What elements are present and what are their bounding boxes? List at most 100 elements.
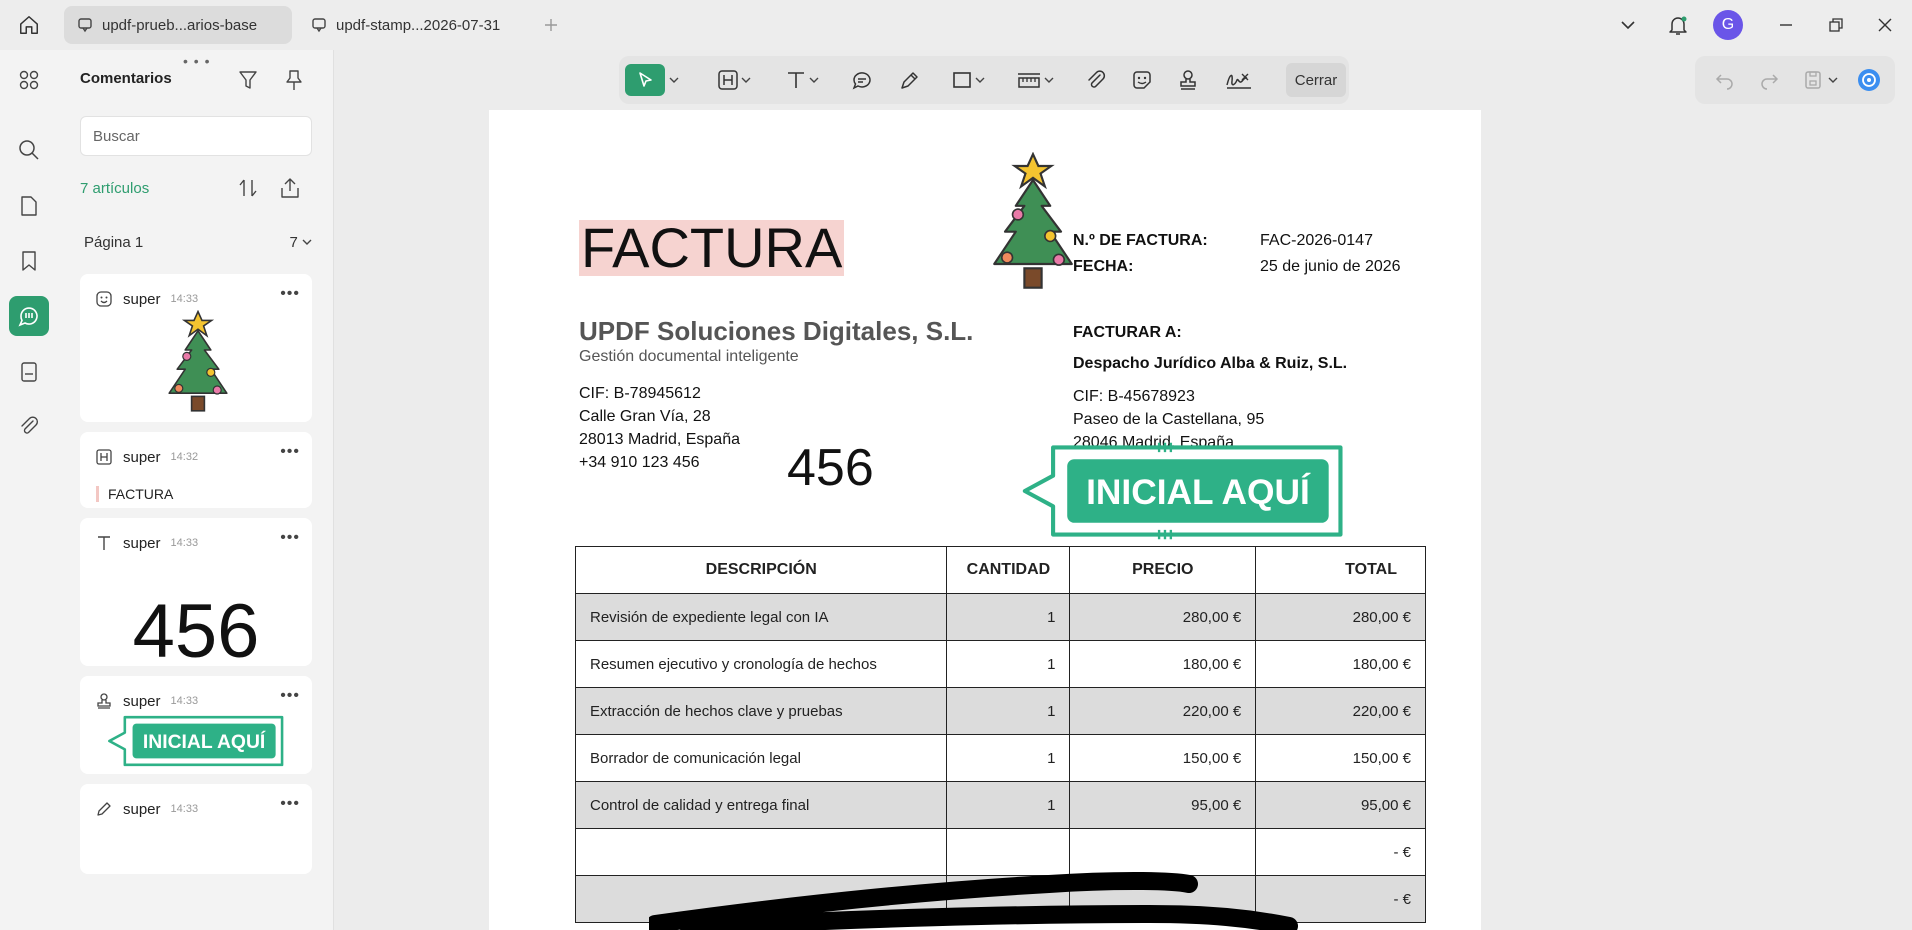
rail-forms[interactable] — [9, 352, 49, 392]
column-header: TOTAL — [1255, 546, 1426, 594]
attachment-tool-button[interactable] — [1079, 64, 1113, 96]
stamp-tool-button[interactable] — [1171, 64, 1205, 96]
stamp-preview: INICIAL AQUÍ — [108, 715, 284, 767]
pencil-annotation[interactable] — [649, 870, 1309, 930]
table-cell: 280,00 € — [1255, 593, 1426, 641]
comment-card-pencil[interactable]: super 14:33 ••• — [80, 784, 312, 874]
save-dropdown[interactable] — [1825, 66, 1841, 94]
redo-button[interactable] — [1755, 66, 1783, 94]
ai-assistant-icon — [1858, 69, 1880, 91]
undo-button[interactable] — [1711, 66, 1739, 94]
comment-header: super 14:33 — [94, 690, 198, 712]
title-bar: updf-prueb...arios-base updf-stamp...202… — [0, 0, 1912, 50]
tabs-dropdown-button[interactable] — [1611, 8, 1645, 42]
rail-bookmarks[interactable] — [9, 241, 49, 281]
sticker-tool-button[interactable] — [1125, 64, 1159, 96]
page-group-header[interactable]: Página 1 7 — [84, 234, 312, 251]
pin-button[interactable] — [280, 66, 308, 94]
invoice-items-table: DESCRIPCIÓN CANTIDAD PRECIO TOTAL Revisi… — [574, 546, 1426, 923]
tab-document-1[interactable]: updf-prueb...arios-base — [64, 6, 292, 44]
comment-card-text[interactable]: super 14:33 ••• 456 — [80, 518, 312, 674]
signature-tool-button[interactable] — [1219, 64, 1259, 96]
minimize-icon — [1780, 24, 1792, 26]
tab-document-2[interactable]: updf-stamp...2026-07-31 — [298, 6, 526, 44]
measure-tool-button[interactable] — [1012, 64, 1058, 96]
rail-pages[interactable] — [9, 186, 49, 226]
table-row: Revisión de expediente legal con IA 1 28… — [574, 593, 1426, 641]
client-line: CIF: B-45678923 — [1073, 388, 1195, 405]
svg-text:INICIAL AQUÍ: INICIAL AQUÍ — [1086, 472, 1311, 512]
comment-author: super — [123, 692, 161, 710]
search-input[interactable] — [80, 116, 312, 156]
table-row: - € — [574, 828, 1426, 876]
highlight-icon — [94, 447, 114, 467]
filter-button[interactable] — [234, 66, 262, 94]
chevron-down-icon — [975, 77, 985, 83]
more-options-button[interactable]: ••• — [280, 688, 300, 704]
shape-tool-button[interactable] — [945, 64, 991, 96]
pencil-tool-button[interactable] — [893, 64, 927, 96]
table-cell: 180,00 € — [1069, 640, 1257, 688]
table-cell: 150,00 € — [1069, 734, 1257, 782]
chevron-down-icon — [741, 77, 751, 83]
text-tool-button[interactable] — [779, 64, 825, 96]
comment-tool-button[interactable] — [845, 64, 879, 96]
more-options-button[interactable]: ••• — [280, 286, 300, 302]
comment-card-sticker[interactable]: super 14:33 ••• — [80, 274, 312, 422]
text-annotation[interactable]: 456 — [787, 438, 874, 498]
close-toolbar-button[interactable]: Cerrar — [1286, 63, 1346, 97]
comment-time: 14:32 — [170, 451, 199, 463]
stamp-annotation[interactable]: INICIAL AQUÍ — [1015, 438, 1355, 544]
rail-search[interactable] — [9, 130, 49, 170]
close-icon — [1878, 18, 1892, 32]
comment-author: super — [123, 534, 161, 552]
close-window-button[interactable] — [1868, 8, 1902, 42]
comment-count: 7 artículos — [80, 180, 150, 197]
comment-header: super 14:32 — [94, 446, 198, 468]
company-name: UPDF Soluciones Digitales, S.L. — [579, 316, 974, 346]
minimize-button[interactable] — [1769, 8, 1803, 42]
home-button[interactable] — [10, 8, 48, 42]
select-tool-button[interactable] — [625, 64, 665, 96]
chevron-down-icon — [302, 239, 312, 245]
comment-time: 14:33 — [170, 695, 199, 707]
column-header: CANTIDAD — [946, 546, 1071, 594]
table-cell: 180,00 € — [1255, 640, 1426, 688]
paperclip-icon — [1088, 70, 1106, 88]
filter-icon — [239, 71, 257, 89]
table-cell: Extracción de hechos clave y pruebas — [574, 687, 948, 735]
user-avatar[interactable]: G — [1713, 10, 1743, 40]
rail-thumbnails[interactable] — [9, 60, 49, 100]
new-tab-button[interactable] — [538, 12, 564, 38]
export-button[interactable] — [276, 174, 304, 202]
ai-assistant-button[interactable] — [1855, 66, 1883, 94]
table-header-row: DESCRIPCIÓN CANTIDAD PRECIO TOTAL — [574, 546, 1426, 594]
more-options-button[interactable]: ••• — [280, 796, 300, 812]
table-cell — [574, 828, 948, 876]
table-cell: 95,00 € — [1255, 781, 1426, 829]
panel-resize-grip[interactable]: • • • — [183, 53, 210, 69]
pin-icon — [286, 70, 302, 90]
rail-comments[interactable] — [9, 296, 49, 336]
select-tool-dropdown[interactable] — [667, 64, 681, 96]
share-icon — [281, 178, 299, 198]
table-cell: Borrador de comunicación legal — [574, 734, 948, 782]
invoice-number-label: N.º DE FACTURA: — [1073, 232, 1208, 249]
table-cell: 95,00 € — [1069, 781, 1257, 829]
comment-icon — [18, 307, 38, 327]
christmas-tree-sticker[interactable] — [979, 152, 1087, 292]
svg-text:INICIAL AQUÍ: INICIAL AQUÍ — [143, 730, 266, 753]
highlight-tool-button[interactable] — [711, 64, 757, 96]
comment-card-highlight[interactable]: super 14:32 ••• FACTURA — [80, 432, 312, 508]
comment-card-stamp[interactable]: super 14:33 ••• INICIAL AQUÍ — [80, 676, 312, 774]
more-options-button[interactable]: ••• — [280, 444, 300, 460]
notifications-button[interactable] — [1661, 8, 1695, 42]
sender-line: CIF: B-78945612 — [579, 385, 701, 402]
save-button[interactable] — [1799, 66, 1827, 94]
comment-author: super — [123, 800, 161, 818]
invoice-title-highlighted[interactable]: FACTURA — [579, 220, 845, 276]
more-options-button[interactable]: ••• — [280, 530, 300, 546]
rail-attachments[interactable] — [9, 406, 49, 446]
sort-button[interactable] — [234, 174, 262, 202]
restore-button[interactable] — [1819, 8, 1853, 42]
